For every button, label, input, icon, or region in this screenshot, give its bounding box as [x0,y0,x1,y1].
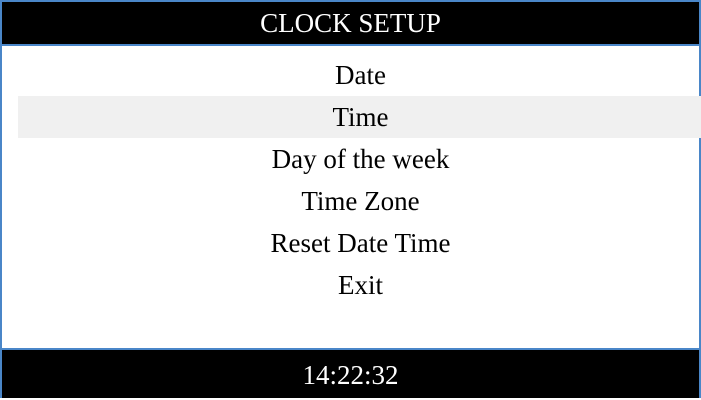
clock-display: 14:22:32 [302,360,399,390]
menu-item-label: Day of the week [271,144,450,174]
page-title: CLOCK SETUP [260,8,441,38]
menu-item-date[interactable]: Date [18,54,701,96]
title-bar: CLOCK SETUP [0,0,701,44]
clock-setup-menu: Date Time Day of the week Time Zone Rese… [0,54,701,348]
menu-item-label: Date [335,60,386,90]
menu-item-time-zone[interactable]: Time Zone [18,180,701,222]
menu-item-exit[interactable]: Exit [18,264,701,306]
menu-item-label: Exit [338,270,383,300]
clock-setup-screen: CLOCK SETUP Date Time Day of the week Ti… [0,0,701,398]
status-bar: 14:22:32 [0,348,701,398]
menu-item-time[interactable]: Time [18,96,701,138]
menu-item-label: Time [332,102,389,132]
menu-item-reset-date-time[interactable]: Reset Date Time [18,222,701,264]
menu-item-label: Time Zone [301,186,420,216]
menu-item-day-of-week[interactable]: Day of the week [18,138,701,180]
menu-item-label: Reset Date Time [270,228,451,258]
